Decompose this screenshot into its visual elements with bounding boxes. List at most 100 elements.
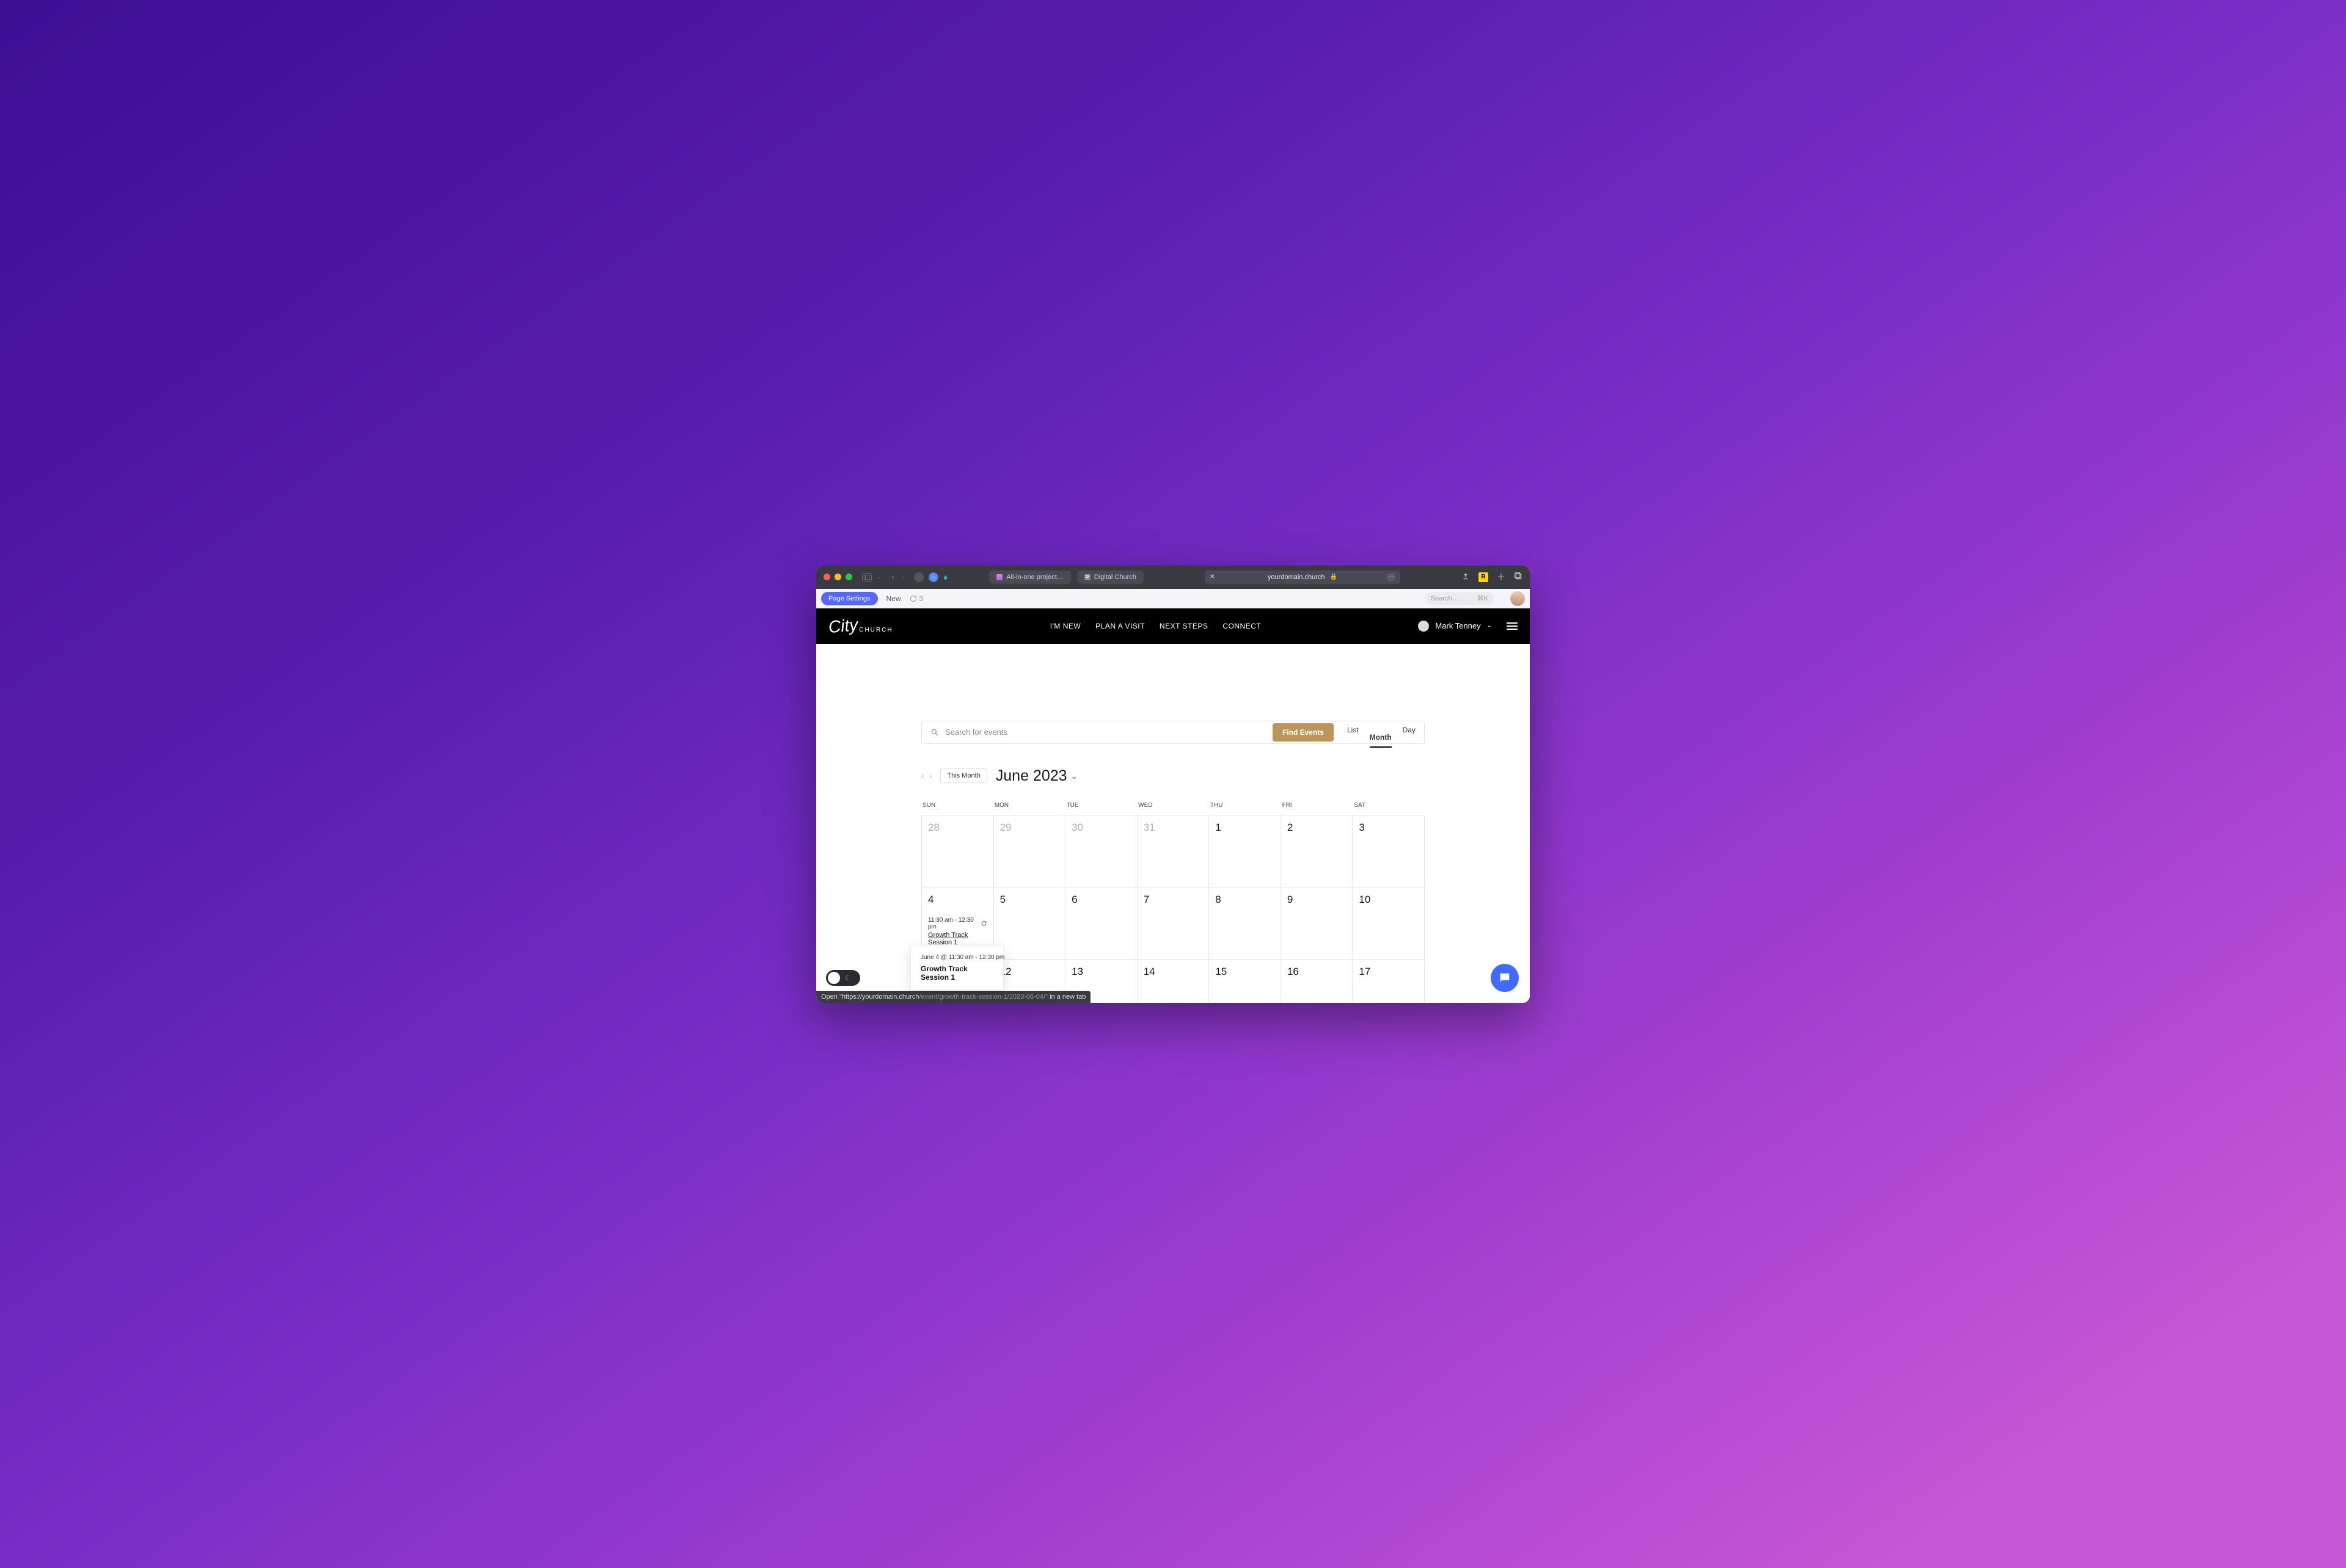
day-number: 4 <box>928 894 987 906</box>
chat-button[interactable] <box>1491 964 1519 992</box>
browser-tab-2[interactable]: D Digital Church <box>1077 571 1144 584</box>
calendar-cell[interactable]: 2 <box>1281 815 1353 888</box>
calendar-cell[interactable]: 17 <box>1353 960 1425 1003</box>
dark-mode-toggle[interactable]: ☾ <box>826 970 860 986</box>
calendar-cell[interactable]: 29 <box>994 815 1066 888</box>
back-icon[interactable]: ‹ <box>891 572 894 582</box>
user-name: Mark Tenney <box>1435 621 1480 630</box>
chevron-down-icon[interactable]: ⌄ <box>877 574 882 580</box>
search-shortcut: ⌘K <box>1477 594 1488 602</box>
day-number: 7 <box>1144 894 1203 906</box>
status-post: in a new tab <box>1048 993 1086 1001</box>
chrome-right: R ＋ <box>1461 571 1522 583</box>
search-placeholder: Search… <box>1431 595 1459 602</box>
calendar-cell[interactable]: 28 <box>922 815 994 888</box>
extension-icon-2[interactable] <box>929 572 938 582</box>
sidebar-toggle-icon[interactable] <box>862 573 872 582</box>
nav-plan-visit[interactable]: PLAN A VISIT <box>1095 622 1145 630</box>
main-nav: I'M NEW PLAN A VISIT NEXT STEPS CONNECT <box>1050 622 1261 630</box>
nav-im-new[interactable]: I'M NEW <box>1050 622 1081 630</box>
calendar-cell[interactable]: 3 <box>1353 815 1425 888</box>
new-tab-icon[interactable]: ＋ <box>1497 571 1505 583</box>
calendar-cell[interactable]: 10 <box>1353 888 1425 960</box>
tab-label: Digital Church <box>1094 574 1136 581</box>
day-number: 30 <box>1072 822 1131 834</box>
extension-icon-1[interactable] <box>914 572 924 582</box>
global-search[interactable]: Search… ⌘K <box>1425 592 1494 605</box>
close-tab-icon[interactable]: ✕ <box>1210 574 1215 580</box>
calendar-cell[interactable]: 1 <box>1209 815 1281 888</box>
tab-overview-icon[interactable] <box>1514 572 1522 582</box>
calendar-cell[interactable]: 16 <box>1281 960 1353 1003</box>
page-settings-button[interactable]: Page Settings <box>821 592 878 605</box>
event-list: 11:30 am - 12:30 pm Growth Track Session… <box>928 917 987 946</box>
events-search-input[interactable]: Search for events <box>922 727 1273 737</box>
popover-time: June 4 @ 11:30 am - 12:30 pm <box>921 954 993 961</box>
page-actions-icon[interactable]: ⋯ <box>1387 573 1395 582</box>
calendar-cell[interactable]: 6 <box>1065 888 1138 960</box>
month-picker[interactable]: June 2023 ⌄ <box>996 767 1078 785</box>
view-day[interactable]: Day <box>1403 726 1416 739</box>
site-logo[interactable]: City CHURCH <box>828 616 893 636</box>
chevron-down-icon: ⌄ <box>1071 771 1078 781</box>
event-title[interactable]: Growth Track Session 1 <box>928 932 987 946</box>
view-month[interactable]: Month <box>1370 728 1392 748</box>
traffic-lights <box>824 574 852 580</box>
calendar-cell[interactable]: 15 <box>1209 960 1281 1003</box>
find-events-button[interactable]: Find Events <box>1273 723 1334 742</box>
new-button[interactable]: New <box>886 594 901 603</box>
dayhdr-sun: SUN <box>921 798 993 815</box>
dayhdr-wed: WED <box>1137 798 1209 815</box>
calendar-cell[interactable]: 31 <box>1138 815 1210 888</box>
nav-next-steps[interactable]: NEXT STEPS <box>1160 622 1208 630</box>
calendar-cell[interactable]: 9 <box>1281 888 1353 960</box>
tab-favicon <box>996 574 1003 580</box>
day-number: 29 <box>1000 822 1059 834</box>
event-time: 11:30 am - 12:30 pm <box>928 917 987 930</box>
dayhdr-sat: SAT <box>1353 798 1425 815</box>
share-icon[interactable] <box>1461 572 1470 582</box>
dayhdr-tue: TUE <box>1065 798 1137 815</box>
browser-tabs: All-in-one project… D Digital Church <box>989 571 1144 584</box>
minimize-window-icon[interactable] <box>835 574 841 580</box>
nav-arrows: ‹ › <box>891 572 904 582</box>
menu-icon[interactable] <box>1507 622 1518 630</box>
dayhdr-fri: FRI <box>1281 798 1353 815</box>
dayhdr-thu: THU <box>1209 798 1281 815</box>
prev-month-icon[interactable]: ‹ <box>921 771 924 781</box>
user-menu[interactable]: Mark Tenney ⌄ <box>1418 621 1518 632</box>
day-number: 1 <box>1215 822 1274 834</box>
close-window-icon[interactable] <box>824 574 830 580</box>
next-month-icon[interactable]: › <box>929 771 932 781</box>
month-label: June 2023 <box>996 767 1067 785</box>
day-number: 5 <box>1000 894 1059 906</box>
extension-r-icon[interactable]: R <box>1478 572 1488 582</box>
address-bar-wrap: ✕ yourdomain.church 🔒 ⋯ <box>1149 571 1456 584</box>
chat-icon <box>1498 971 1511 985</box>
lock-icon: 🔒 <box>1329 574 1337 580</box>
fullscreen-window-icon[interactable] <box>846 574 852 580</box>
view-list[interactable]: List <box>1347 726 1359 739</box>
moon-icon: ☾ <box>845 974 852 982</box>
tab-favicon: D <box>1084 574 1091 580</box>
calendar-day-headers: SUN MON TUE WED THU FRI SAT <box>921 798 1425 815</box>
calendar-cell[interactable]: 8 <box>1209 888 1281 960</box>
address-bar[interactable]: ✕ yourdomain.church 🔒 ⋯ <box>1205 571 1400 584</box>
calendar-cell[interactable]: 30 <box>1065 815 1138 888</box>
user-avatar[interactable] <box>1510 591 1525 606</box>
this-month-button[interactable]: This Month <box>940 768 987 783</box>
sync-indicator[interactable]: 3 <box>910 594 924 603</box>
day-number: 6 <box>1072 894 1131 906</box>
app-toolbar: Page Settings New 3 Search… ⌘K <box>816 589 1530 608</box>
nav-connect[interactable]: CONNECT <box>1222 622 1261 630</box>
forward-icon[interactable]: › <box>902 572 904 582</box>
browser-chrome: ⌄ ‹ › ♦ All-in-one project… D Digital Ch… <box>816 566 1530 589</box>
browser-tab-1[interactable]: All-in-one project… <box>989 571 1071 584</box>
popover-title[interactable]: Growth Track Session 1 <box>921 965 993 982</box>
extension-icon-3[interactable]: ♦ <box>943 572 948 582</box>
calendar-cell[interactable]: 4 11:30 am - 12:30 pm Growth Track Sessio… <box>922 888 994 960</box>
day-number: 14 <box>1144 966 1203 978</box>
calendar-cell[interactable]: 14 <box>1138 960 1210 1003</box>
calendar-cell[interactable]: 5 <box>994 888 1066 960</box>
calendar-cell[interactable]: 7 <box>1138 888 1210 960</box>
